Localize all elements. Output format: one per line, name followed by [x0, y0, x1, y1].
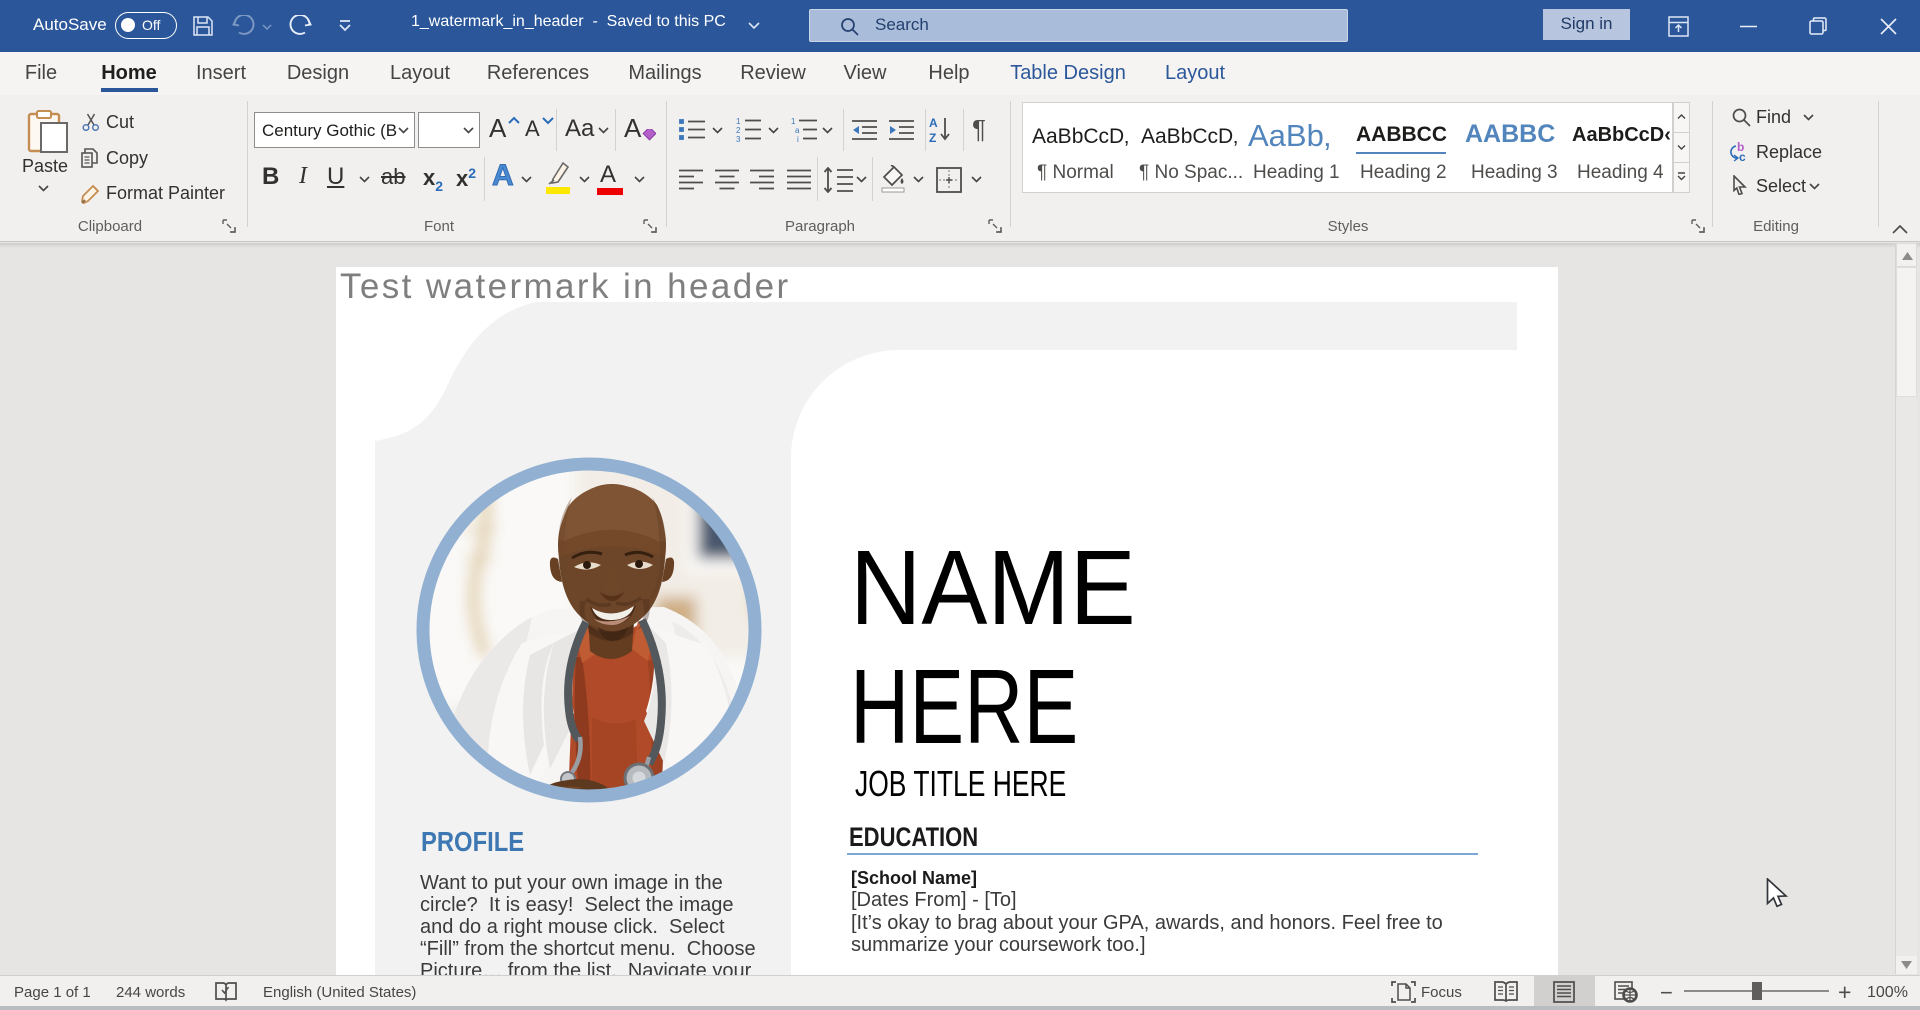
- svg-text:1: 1: [736, 117, 741, 126]
- svg-text:c: c: [1739, 150, 1746, 162]
- svg-text:i: i: [797, 135, 799, 143]
- svg-text:a: a: [795, 126, 800, 135]
- svg-text:3: 3: [736, 135, 741, 143]
- svg-text:A: A: [929, 116, 938, 130]
- svg-text:1: 1: [791, 117, 796, 126]
- svg-text:2: 2: [736, 126, 741, 135]
- svg-text:Z: Z: [929, 131, 936, 144]
